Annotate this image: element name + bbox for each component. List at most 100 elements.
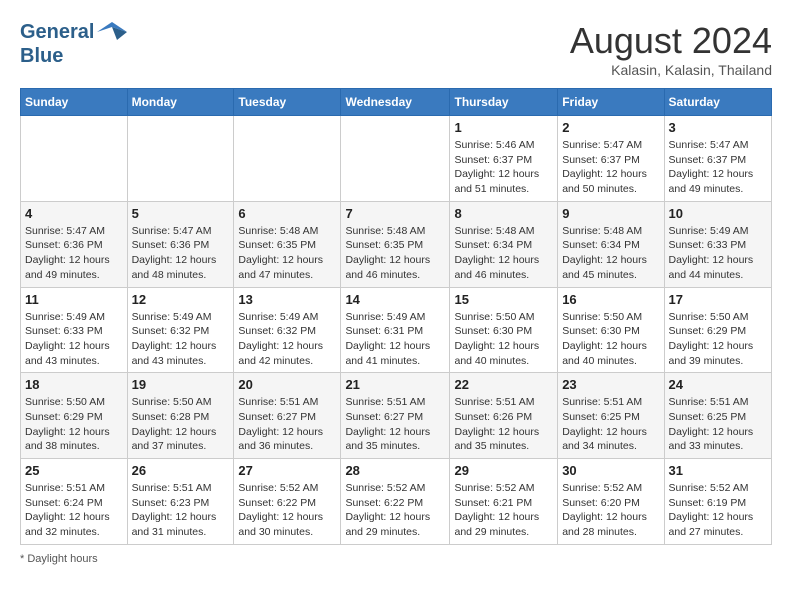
day-number: 8 — [454, 206, 553, 221]
weekday-header-wednesday: Wednesday — [341, 89, 450, 116]
day-number: 3 — [669, 120, 767, 135]
calendar-week-row: 4 Sunrise: 5:47 AM Sunset: 6:36 PM Daylig… — [21, 201, 772, 287]
logo: General Blue — [20, 20, 127, 68]
month-year: August 2024 — [570, 20, 772, 62]
day-number: 2 — [562, 120, 659, 135]
day-info: Sunrise: 5:48 AM Sunset: 6:35 PM Dayligh… — [238, 224, 336, 283]
day-info: Sunrise: 5:50 AM Sunset: 6:30 PM Dayligh… — [454, 310, 553, 369]
day-info: Sunrise: 5:51 AM Sunset: 6:23 PM Dayligh… — [132, 481, 230, 540]
day-number: 25 — [25, 463, 123, 478]
calendar-cell: 13Sunrise: 5:49 AM Sunset: 6:32 PM Dayli… — [234, 287, 341, 373]
calendar-cell: 17Sunrise: 5:50 AM Sunset: 6:29 PM Dayli… — [664, 287, 771, 373]
calendar-header-row: SundayMondayTuesdayWednesdayThursdayFrid… — [21, 89, 772, 116]
day-number: 28 — [345, 463, 445, 478]
location: Kalasin, Kalasin, Thailand — [570, 62, 772, 78]
calendar-cell: 3 Sunrise: 5:47 AM Sunset: 6:37 PM Daylig… — [664, 116, 771, 202]
day-info: Sunrise: 5:51 AM Sunset: 6:27 PM Dayligh… — [238, 395, 336, 454]
calendar-cell: 15 Sunrise: 5:50 AM Sunset: 6:30 PM Dayli… — [450, 287, 558, 373]
calendar-week-row: 1Sunrise: 5:46 AM Sunset: 6:37 PM Daylig… — [21, 116, 772, 202]
day-number: 29 — [454, 463, 553, 478]
footer-note: * Daylight hours — [20, 553, 772, 565]
day-info: Sunrise: 5:49 AM Sunset: 6:33 PM Dayligh… — [669, 224, 767, 283]
day-info: Sunrise: 5:52 AM Sunset: 6:22 PM Dayligh… — [345, 481, 445, 540]
page-header: General Blue August 2024 Kalasin, Kalasi… — [20, 20, 772, 78]
day-number: 16 — [562, 292, 659, 307]
day-info: Sunrise: 5:52 AM Sunset: 6:20 PM Dayligh… — [562, 481, 659, 540]
calendar-cell: 30 Sunrise: 5:52 AM Sunset: 6:20 PM Dayli… — [558, 459, 664, 545]
day-info: Sunrise: 5:51 AM Sunset: 6:25 PM Dayligh… — [669, 395, 767, 454]
day-number: 18 — [25, 377, 123, 392]
day-number: 10 — [669, 206, 767, 221]
calendar-cell: 5 Sunrise: 5:47 AM Sunset: 6:36 PM Daylig… — [127, 201, 234, 287]
day-info: Sunrise: 5:50 AM Sunset: 6:28 PM Dayligh… — [132, 395, 230, 454]
calendar-cell: 8 Sunrise: 5:48 AM Sunset: 6:34 PM Daylig… — [450, 201, 558, 287]
calendar-week-row: 11Sunrise: 5:49 AM Sunset: 6:33 PM Dayli… — [21, 287, 772, 373]
calendar-cell: 22 Sunrise: 5:51 AM Sunset: 6:26 PM Dayli… — [450, 373, 558, 459]
day-number: 21 — [345, 377, 445, 392]
day-info: Sunrise: 5:50 AM Sunset: 6:30 PM Dayligh… — [562, 310, 659, 369]
weekday-header-saturday: Saturday — [664, 89, 771, 116]
calendar-cell: 19Sunrise: 5:50 AM Sunset: 6:28 PM Dayli… — [127, 373, 234, 459]
weekday-header-monday: Monday — [127, 89, 234, 116]
day-info: Sunrise: 5:51 AM Sunset: 6:27 PM Dayligh… — [345, 395, 445, 454]
day-number: 24 — [669, 377, 767, 392]
day-number: 5 — [132, 206, 230, 221]
day-number: 17 — [669, 292, 767, 307]
weekday-header-thursday: Thursday — [450, 89, 558, 116]
day-number: 11 — [25, 292, 123, 307]
day-number: 15 — [454, 292, 553, 307]
day-info: Sunrise: 5:52 AM Sunset: 6:19 PM Dayligh… — [669, 481, 767, 540]
day-info: Sunrise: 5:49 AM Sunset: 6:31 PM Dayligh… — [345, 310, 445, 369]
logo-text-blue: Blue — [20, 44, 63, 68]
calendar-week-row: 25Sunrise: 5:51 AM Sunset: 6:24 PM Dayli… — [21, 459, 772, 545]
day-number: 13 — [238, 292, 336, 307]
calendar-cell: 23 Sunrise: 5:51 AM Sunset: 6:25 PM Dayli… — [558, 373, 664, 459]
day-number: 31 — [669, 463, 767, 478]
calendar-cell: 24 Sunrise: 5:51 AM Sunset: 6:25 PM Dayli… — [664, 373, 771, 459]
calendar-cell: 21 Sunrise: 5:51 AM Sunset: 6:27 PM Dayli… — [341, 373, 450, 459]
day-info: Sunrise: 5:48 AM Sunset: 6:34 PM Dayligh… — [454, 224, 553, 283]
calendar-cell: 26Sunrise: 5:51 AM Sunset: 6:23 PM Dayli… — [127, 459, 234, 545]
day-number: 23 — [562, 377, 659, 392]
calendar-cell: 6 Sunrise: 5:48 AM Sunset: 6:35 PM Daylig… — [234, 201, 341, 287]
day-info: Sunrise: 5:52 AM Sunset: 6:21 PM Dayligh… — [454, 481, 553, 540]
day-info: Sunrise: 5:51 AM Sunset: 6:25 PM Dayligh… — [562, 395, 659, 454]
calendar-cell: 11Sunrise: 5:49 AM Sunset: 6:33 PM Dayli… — [21, 287, 128, 373]
weekday-header-tuesday: Tuesday — [234, 89, 341, 116]
day-number: 7 — [345, 206, 445, 221]
day-info: Sunrise: 5:47 AM Sunset: 6:36 PM Dayligh… — [132, 224, 230, 283]
day-info: Sunrise: 5:51 AM Sunset: 6:26 PM Dayligh… — [454, 395, 553, 454]
calendar-cell — [341, 116, 450, 202]
calendar-table: SundayMondayTuesdayWednesdayThursdayFrid… — [20, 88, 772, 545]
calendar-cell: 27 Sunrise: 5:52 AM Sunset: 6:22 PM Dayli… — [234, 459, 341, 545]
logo-bird-icon — [97, 22, 127, 42]
day-number: 12 — [132, 292, 230, 307]
day-number: 22 — [454, 377, 553, 392]
calendar-cell: 28 Sunrise: 5:52 AM Sunset: 6:22 PM Dayli… — [341, 459, 450, 545]
day-info: Sunrise: 5:50 AM Sunset: 6:29 PM Dayligh… — [25, 395, 123, 454]
day-number: 6 — [238, 206, 336, 221]
calendar-cell — [234, 116, 341, 202]
calendar-cell: 31 Sunrise: 5:52 AM Sunset: 6:19 PM Dayli… — [664, 459, 771, 545]
day-info: Sunrise: 5:49 AM Sunset: 6:32 PM Dayligh… — [132, 310, 230, 369]
calendar-cell: 10 Sunrise: 5:49 AM Sunset: 6:33 PM Dayli… — [664, 201, 771, 287]
day-number: 30 — [562, 463, 659, 478]
calendar-cell: 14Sunrise: 5:49 AM Sunset: 6:31 PM Dayli… — [341, 287, 450, 373]
day-info: Sunrise: 5:46 AM Sunset: 6:37 PM Dayligh… — [454, 138, 553, 197]
day-info: Sunrise: 5:48 AM Sunset: 6:34 PM Dayligh… — [562, 224, 659, 283]
day-number: 20 — [238, 377, 336, 392]
day-number: 4 — [25, 206, 123, 221]
calendar-cell: 1Sunrise: 5:46 AM Sunset: 6:37 PM Daylig… — [450, 116, 558, 202]
calendar-cell: 4 Sunrise: 5:47 AM Sunset: 6:36 PM Daylig… — [21, 201, 128, 287]
calendar-cell: 16 Sunrise: 5:50 AM Sunset: 6:30 PM Dayli… — [558, 287, 664, 373]
title-block: August 2024 Kalasin, Kalasin, Thailand — [570, 20, 772, 78]
logo-text-general: General — [20, 20, 94, 44]
day-info: Sunrise: 5:47 AM Sunset: 6:37 PM Dayligh… — [669, 138, 767, 197]
day-number: 27 — [238, 463, 336, 478]
day-number: 9 — [562, 206, 659, 221]
day-info: Sunrise: 5:47 AM Sunset: 6:36 PM Dayligh… — [25, 224, 123, 283]
day-info: Sunrise: 5:52 AM Sunset: 6:22 PM Dayligh… — [238, 481, 336, 540]
calendar-cell: 18 Sunrise: 5:50 AM Sunset: 6:29 PM Dayli… — [21, 373, 128, 459]
calendar-cell: 12 Sunrise: 5:49 AM Sunset: 6:32 PM Dayli… — [127, 287, 234, 373]
calendar-cell: 29 Sunrise: 5:52 AM Sunset: 6:21 PM Dayli… — [450, 459, 558, 545]
